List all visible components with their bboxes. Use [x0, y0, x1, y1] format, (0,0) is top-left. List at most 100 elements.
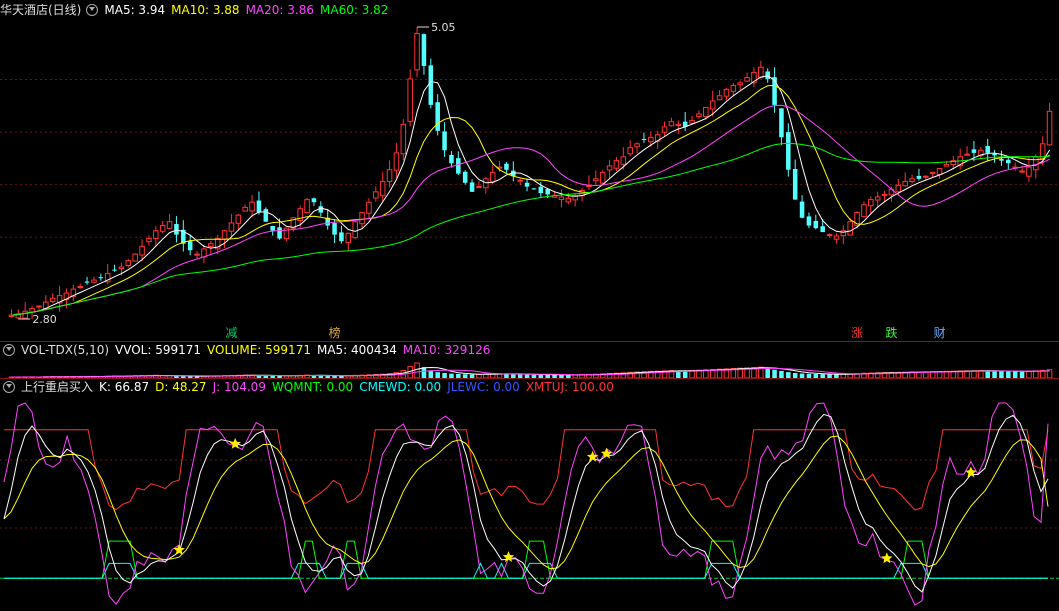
candle — [985, 146, 990, 153]
volume-bar — [421, 367, 427, 378]
candle — [311, 198, 317, 203]
candle — [964, 153, 970, 156]
indicator-menu-icon[interactable] — [3, 380, 15, 393]
candle — [744, 77, 750, 82]
candle — [456, 158, 461, 174]
candle — [620, 156, 627, 165]
candle — [524, 182, 530, 187]
volume-bar — [1033, 370, 1039, 378]
candle — [840, 230, 847, 237]
candle — [139, 245, 145, 256]
candle — [992, 153, 997, 156]
event-marker: 跌 — [885, 325, 897, 340]
candle — [765, 71, 770, 79]
candle — [696, 113, 702, 117]
ma-line — [11, 84, 1050, 316]
candle — [613, 160, 620, 169]
candle — [923, 175, 929, 178]
candle — [194, 253, 200, 256]
legend-item: MA5: 3.94 — [104, 3, 166, 17]
candle — [421, 34, 427, 66]
candle — [709, 100, 716, 110]
candle — [874, 196, 881, 201]
event-marker: 减 — [225, 326, 237, 340]
candle — [634, 143, 640, 148]
candle — [221, 230, 228, 240]
event-marker: 榜 — [329, 325, 341, 340]
candle — [895, 184, 902, 193]
volume-panel-header: VOL-TDX(5,10) VVOL: 599171 VOLUME: 599171 M… — [0, 342, 1059, 359]
candle — [723, 88, 730, 97]
candle — [242, 206, 248, 212]
legend-item: MA10: 3.88 — [171, 3, 240, 17]
price-chart[interactable]: 5.05 2.80 减 榜 涨 跌 财 — [0, 19, 1059, 341]
indicator-chart[interactable] — [0, 396, 1059, 611]
candle — [36, 305, 42, 308]
event-marker: 涨 — [851, 325, 863, 340]
candle — [730, 84, 737, 92]
candle — [648, 136, 654, 143]
candle — [792, 169, 798, 200]
candle — [1033, 156, 1039, 171]
cmewd-line — [4, 562, 1048, 579]
low-label: 2.80 — [32, 313, 57, 326]
indicator-panel-header: 上行重启买入 K: 66.87 D: 48.27 J: 104.09 WQMNT: 0.… — [0, 379, 1059, 396]
candle — [159, 225, 166, 232]
candle — [112, 269, 117, 271]
candle — [538, 186, 544, 194]
candle — [826, 234, 833, 237]
volume-bar — [1006, 371, 1011, 378]
legend-item: J: 104.09 — [212, 380, 266, 394]
candle — [916, 175, 922, 179]
candle — [386, 169, 393, 182]
candle — [462, 171, 468, 183]
buy-signal-star — [502, 551, 515, 562]
legend-item: JLEWC: 0.00 — [447, 380, 520, 394]
legend-item: MA20: 3.86 — [245, 3, 314, 17]
candle — [235, 214, 242, 224]
candle — [1006, 159, 1011, 164]
indicator-panel-name: 上行重启买入 — [21, 380, 94, 394]
candle — [166, 221, 173, 229]
candle — [779, 108, 784, 138]
candle — [366, 201, 372, 214]
candle — [379, 180, 386, 197]
legend-item: VVOL: 599171 — [115, 343, 202, 357]
legend-item: MA10: 329126 — [402, 343, 491, 357]
candle — [703, 106, 709, 118]
candle — [599, 171, 606, 184]
candle — [999, 158, 1004, 161]
volume-bar — [985, 370, 990, 378]
event-marker: 财 — [934, 326, 946, 340]
candle — [820, 226, 825, 233]
legend-item: K: 66.87 — [99, 380, 150, 394]
candle — [153, 230, 159, 240]
legend-item: XMTUJ: 100.00 — [525, 380, 614, 394]
candle — [84, 281, 90, 283]
main-panel-header: 华天酒店(日线) MA5: 3.94 MA10: 3.88 MA20: 3.86 MA6… — [0, 2, 1059, 19]
buy-signal-star — [229, 437, 241, 449]
volume-bar — [779, 370, 784, 378]
candle — [449, 154, 454, 164]
volume-bar — [992, 371, 997, 378]
candle — [428, 65, 434, 105]
candle — [758, 66, 764, 79]
indicator-menu-icon[interactable] — [86, 3, 99, 16]
candle — [91, 279, 97, 283]
high-label: 5.05 — [431, 21, 456, 34]
candle — [909, 178, 915, 182]
candle — [125, 260, 132, 267]
indicator-menu-icon[interactable] — [3, 343, 15, 356]
candle — [661, 126, 668, 133]
k-line — [3, 413, 1049, 593]
candle — [270, 226, 275, 231]
legend-item: WQMNT: 0.00 — [271, 380, 354, 394]
candle — [504, 163, 509, 170]
candle — [208, 243, 214, 247]
candle — [249, 201, 255, 212]
volume-chart[interactable] — [0, 359, 1059, 378]
volume-bar — [1026, 370, 1032, 378]
candle — [902, 180, 908, 187]
candle — [1019, 170, 1025, 173]
candle — [737, 82, 743, 86]
